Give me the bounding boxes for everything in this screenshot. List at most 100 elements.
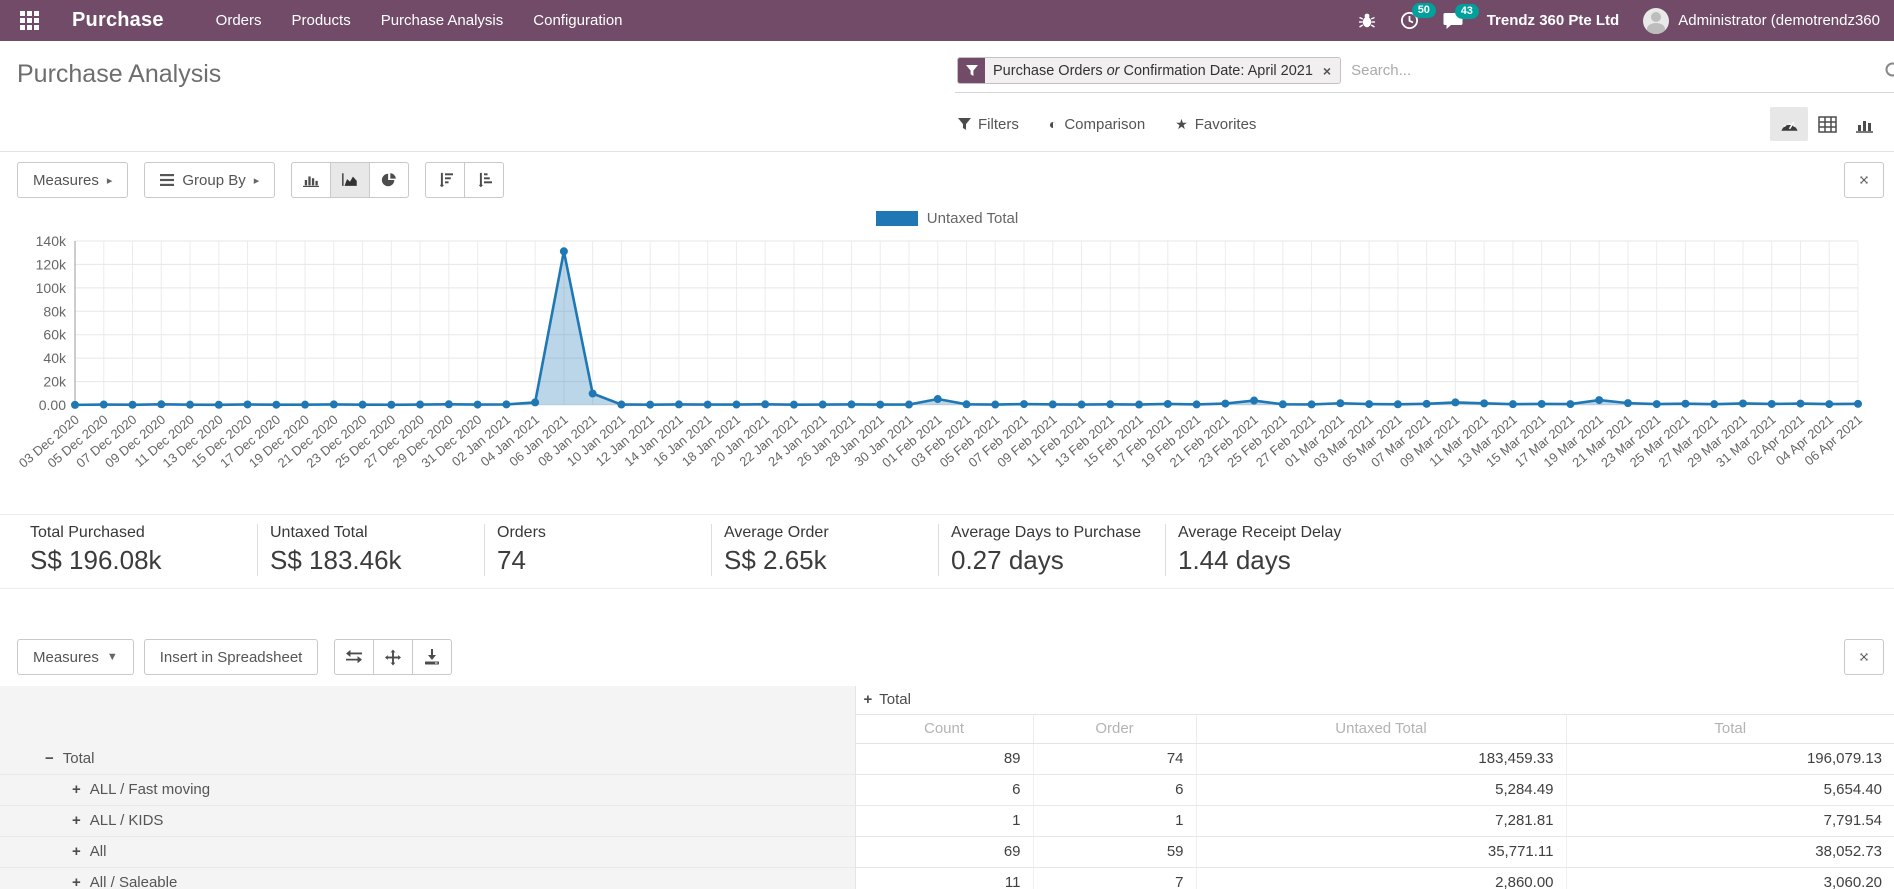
search-facet[interactable]: Purchase Orders or Confirmation Date: Ap…: [957, 57, 1341, 84]
bars-icon: [160, 174, 174, 186]
pivot-row-header[interactable]: −Total: [0, 743, 855, 774]
insert-in-spreadsheet-button[interactable]: Insert in Spreadsheet: [144, 639, 319, 675]
pivot-measure-count[interactable]: Count: [855, 714, 1033, 743]
expand-plus-icon[interactable]: +: [72, 874, 81, 889]
pivot-view-button[interactable]: [1808, 107, 1846, 141]
pivot-cell[interactable]: 7,791.54: [1566, 805, 1894, 836]
expand-plus-icon[interactable]: +: [72, 812, 81, 829]
facet-label: Purchase Orders or Confirmation Date: Ap…: [985, 58, 1321, 83]
pivot-cell[interactable]: 69: [855, 836, 1033, 867]
pivot-row: +All695935,771.1138,052.73: [0, 836, 1894, 867]
expand-pivot-button[interactable]: [1844, 639, 1884, 675]
pivot-corner-cell: [0, 714, 855, 743]
pivot-cell[interactable]: 1: [1033, 805, 1196, 836]
menu-item-configuration[interactable]: Configuration: [521, 2, 634, 39]
pivot-measure-order[interactable]: Order: [1033, 714, 1196, 743]
comparison-icon: ◐: [1049, 116, 1057, 132]
pivot-cell[interactable]: 35,771.11: [1196, 836, 1566, 867]
fullscreen-arrows-icon: [1860, 649, 1868, 665]
pivot-row-header[interactable]: +ALL / KIDS: [0, 805, 855, 836]
activity-count-badge: 50: [1412, 3, 1436, 18]
expand-all-button[interactable]: [373, 639, 413, 675]
chart-type-switcher: [291, 162, 409, 198]
app-title[interactable]: Purchase: [72, 9, 164, 32]
sort-amount-asc-icon: [476, 172, 492, 188]
area-chart[interactable]: 03 Dec 202005 Dec 202007 Dec 202009 Dec …: [0, 231, 1894, 504]
control-panel: Purchase Analysis Purchase Orders or Con…: [0, 41, 1894, 152]
svg-text:0.00: 0.00: [39, 397, 66, 413]
download-xlsx-button[interactable]: [412, 639, 452, 675]
pivot-cell[interactable]: 5,284.49: [1196, 774, 1566, 805]
bar-chart-button[interactable]: [291, 162, 331, 198]
favorites-button[interactable]: ★ Favorites: [1175, 116, 1256, 133]
area-chart-icon: [342, 172, 358, 188]
menu-item-orders[interactable]: Orders: [204, 2, 274, 39]
download-icon: [424, 649, 440, 665]
pivot-row-header[interactable]: +ALL / Fast moving: [0, 774, 855, 805]
star-icon: ★: [1175, 116, 1188, 133]
collapse-minus-icon[interactable]: −: [45, 750, 54, 767]
search-magnifier-icon[interactable]: [1884, 61, 1894, 86]
pivot-cell[interactable]: 7,281.81: [1196, 805, 1566, 836]
pie-chart-button[interactable]: [369, 162, 409, 198]
kpi-orders: Orders 74: [484, 524, 711, 576]
apps-menu-icon[interactable]: [14, 6, 44, 36]
pivot-cell[interactable]: 6: [1033, 774, 1196, 805]
company-switcher[interactable]: Trendz 360 Pte Ltd: [1487, 12, 1620, 29]
facet-remove-icon[interactable]: ×: [1321, 58, 1340, 83]
pivot-cell[interactable]: 6: [855, 774, 1033, 805]
kpi-average-order: Average Order S$ 2.65k: [711, 524, 938, 576]
expand-plus-icon[interactable]: +: [72, 781, 81, 798]
expand-chart-button[interactable]: [1844, 162, 1884, 198]
pivot-row-header[interactable]: +All: [0, 836, 855, 867]
expand-plus-icon[interactable]: +: [72, 843, 81, 860]
pivot-cell[interactable]: 89: [855, 743, 1033, 774]
pivot-column-group-total[interactable]: +Total: [855, 686, 1894, 714]
flip-axis-icon: [346, 650, 362, 664]
pivot-cell[interactable]: 196,079.13: [1566, 743, 1894, 774]
menu-item-products[interactable]: Products: [280, 2, 363, 39]
pivot-cell[interactable]: 38,052.73: [1566, 836, 1894, 867]
pivot-cell[interactable]: 2,860.00: [1196, 867, 1566, 889]
pivot-cell[interactable]: 59: [1033, 836, 1196, 867]
sort-asc-button[interactable]: [464, 162, 504, 198]
expand-plus-icon[interactable]: +: [864, 691, 873, 708]
main-menu: OrdersProductsPurchase AnalysisConfigura…: [204, 2, 635, 39]
svg-text:40k: 40k: [43, 350, 67, 366]
debug-bug-icon[interactable]: [1358, 12, 1376, 30]
filters-button[interactable]: Filters: [958, 116, 1019, 133]
line-chart-button[interactable]: [330, 162, 370, 198]
pivot-cell[interactable]: 3,060.20: [1566, 867, 1894, 889]
fullscreen-arrows-icon: [1860, 172, 1868, 188]
search-bar[interactable]: Purchase Orders or Confirmation Date: Ap…: [955, 53, 1894, 93]
expand-all-arrows-icon: [385, 649, 401, 666]
chart-canvas: 03 Dec 202005 Dec 202007 Dec 202009 Dec …: [0, 231, 1894, 499]
pivot-cell[interactable]: 183,459.33: [1196, 743, 1566, 774]
pivot-measures-button[interactable]: Measures▼: [17, 639, 134, 675]
comparison-button[interactable]: ◐ Comparison: [1049, 116, 1145, 133]
user-menu[interactable]: Administrator (demotrendz360: [1643, 8, 1880, 34]
pivot-cell[interactable]: 11: [855, 867, 1033, 889]
pivot-cell[interactable]: 7: [1033, 867, 1196, 889]
pivot-cell[interactable]: 5,654.40: [1566, 774, 1894, 805]
flip-axis-button[interactable]: [334, 639, 374, 675]
sort-desc-button[interactable]: [425, 162, 465, 198]
pivot-row-header[interactable]: +All / Saleable: [0, 867, 855, 889]
pivot-measure-total[interactable]: Total: [1566, 714, 1894, 743]
messages-chat-icon[interactable]: 43: [1443, 12, 1463, 30]
pivot-table: +Total CountOrderUntaxed TotalTotal −Tot…: [0, 686, 1894, 889]
menu-item-purchase-analysis[interactable]: Purchase Analysis: [369, 2, 516, 39]
search-input[interactable]: [1351, 62, 1894, 79]
pivot-measure-untaxed-total[interactable]: Untaxed Total: [1196, 714, 1566, 743]
dashboard-view-button[interactable]: [1770, 107, 1808, 141]
kpi-strip: Total Purchased S$ 196.08k Untaxed Total…: [0, 514, 1894, 589]
legend-label: Untaxed Total: [927, 210, 1018, 227]
graph-view-button[interactable]: [1846, 107, 1884, 141]
activities-clock-icon[interactable]: 50: [1400, 11, 1419, 30]
measures-button[interactable]: Measures▸: [17, 162, 128, 198]
svg-text:140k: 140k: [36, 233, 67, 249]
pivot-cell[interactable]: 74: [1033, 743, 1196, 774]
group-by-button[interactable]: Group By▸: [144, 162, 275, 198]
svg-text:20k: 20k: [43, 374, 67, 390]
pivot-cell[interactable]: 1: [855, 805, 1033, 836]
